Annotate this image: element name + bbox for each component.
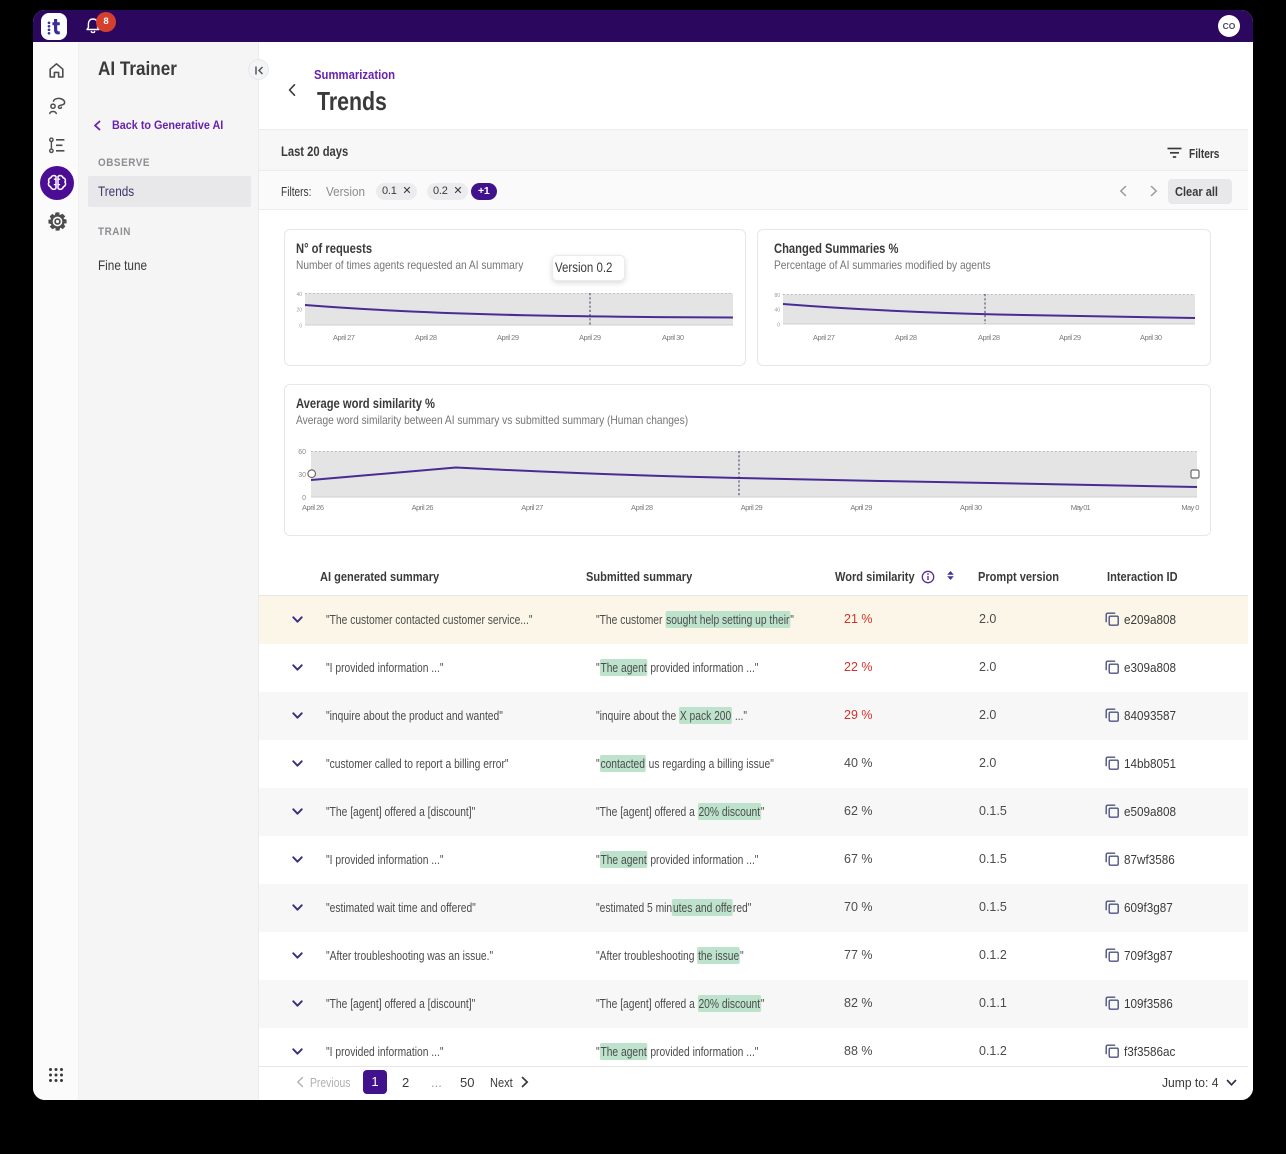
svg-text:0: 0 <box>777 323 780 329</box>
svg-text:April 26: April 26 <box>302 503 324 512</box>
svg-text:April 30: April 30 <box>960 503 982 512</box>
svg-text:30: 30 <box>298 472 306 479</box>
svg-text:0: 0 <box>299 324 302 330</box>
svg-text:April 28: April 28 <box>631 503 653 512</box>
svg-text:April 29: April 29 <box>741 503 763 512</box>
svg-text:May 0: May 0 <box>1181 503 1199 512</box>
svg-text:April 30: April 30 <box>1140 333 1162 342</box>
svg-text:April 28: April 28 <box>978 333 1000 342</box>
svg-text:April 28: April 28 <box>415 333 437 342</box>
svg-text:April 29: April 29 <box>850 503 872 512</box>
svg-text:60: 60 <box>298 449 306 456</box>
svg-text:April 29: April 29 <box>579 333 601 342</box>
svg-text:0: 0 <box>302 495 306 502</box>
svg-text:May 01: May 01 <box>1071 503 1091 512</box>
svg-text:40: 40 <box>774 308 780 314</box>
svg-text:April 27: April 27 <box>813 333 835 342</box>
svg-text:20: 20 <box>296 308 302 314</box>
svg-text:April 26: April 26 <box>412 503 434 512</box>
svg-text:April 29: April 29 <box>497 333 519 342</box>
svg-text:40: 40 <box>296 292 302 298</box>
svg-text:April 27: April 27 <box>333 333 355 342</box>
svg-text:April 29: April 29 <box>1059 333 1081 342</box>
svg-text:April 30: April 30 <box>662 333 684 342</box>
svg-text:April 28: April 28 <box>895 333 917 342</box>
svg-text:80: 80 <box>774 293 780 299</box>
svg-text:April 27: April 27 <box>521 503 543 512</box>
